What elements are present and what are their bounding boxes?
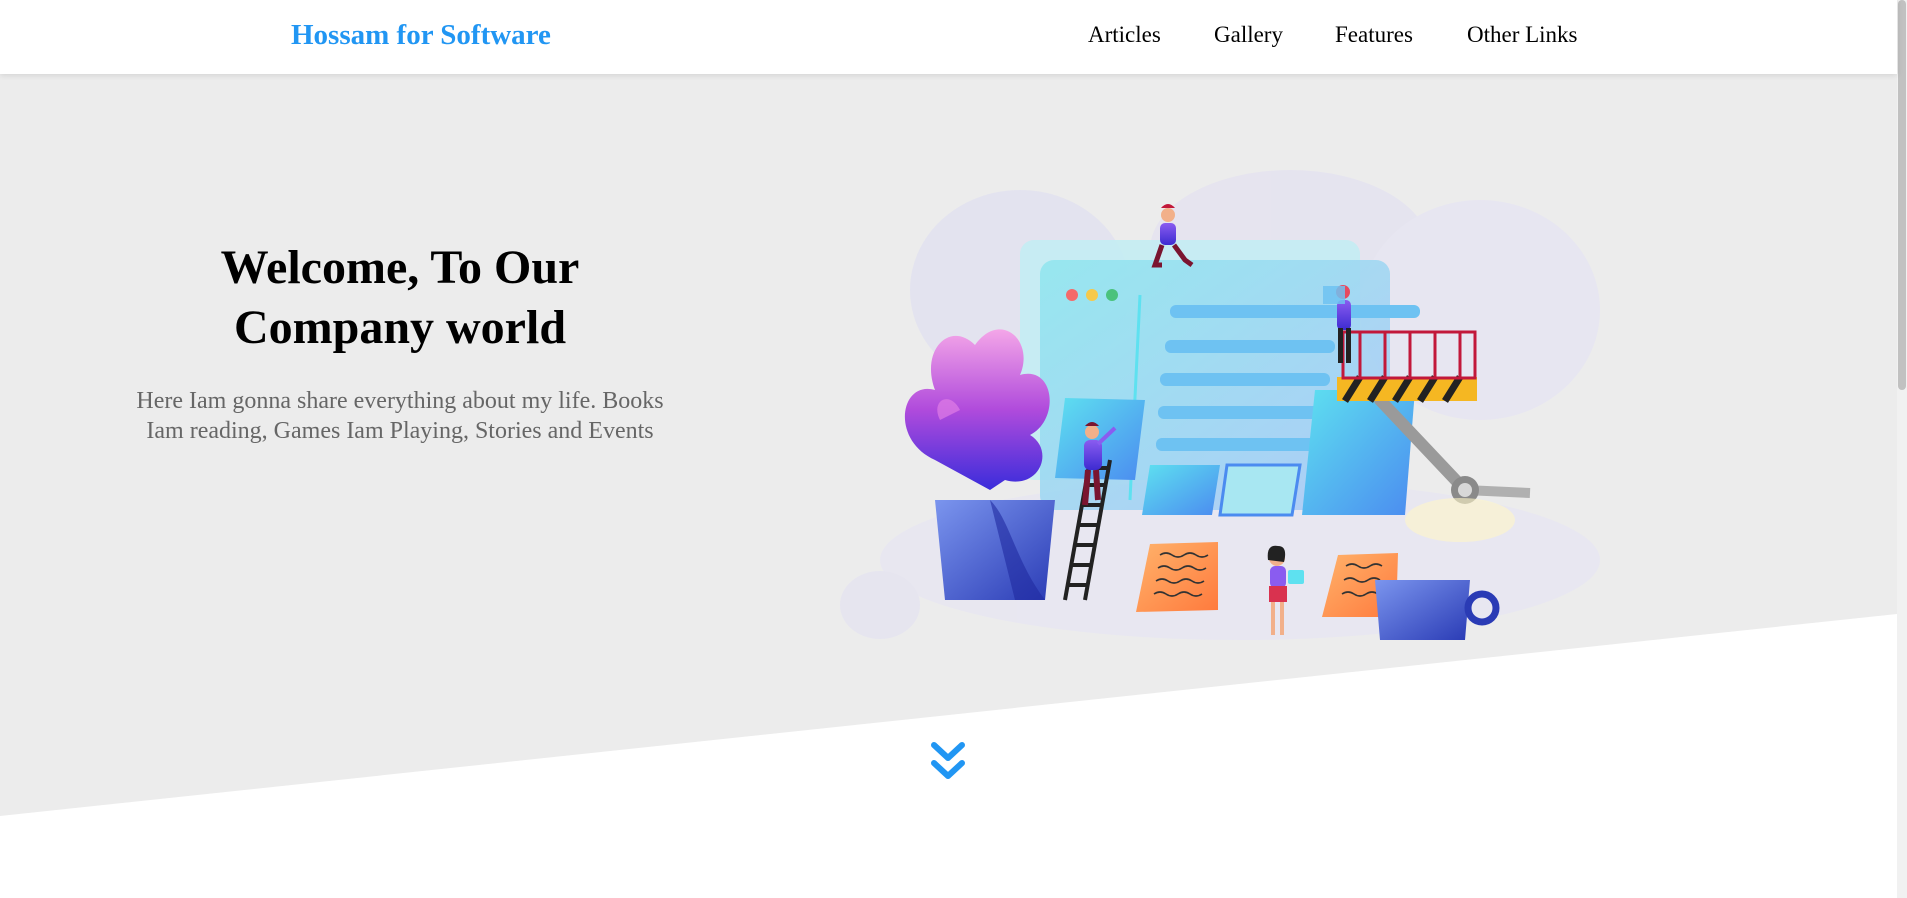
page: Hossam for Software Articles Gallery Fea… [0,0,1907,898]
hero-illustration [840,170,1600,640]
hero-description: Here Iam gonna share everything about my… [136,388,664,444]
hero-title-line-1: Welcome, To Our [220,241,580,294]
hero-title-line-2: Company world [233,301,567,354]
double-chevron-down-icon[interactable] [930,741,966,785]
hero-title: Welcome, To Our Company world [100,238,700,358]
nav-link-gallery[interactable]: Gallery [1214,22,1283,48]
nav-link-articles[interactable]: Articles [1088,22,1161,48]
nav-link-other-links[interactable]: Other Links [1467,22,1578,48]
site-logo[interactable]: Hossam for Software [291,19,551,52]
hero-text: Welcome, To Our Company world Here Iam g… [100,238,700,446]
page-scrollbar[interactable] [1897,0,1907,898]
nav-link-features[interactable]: Features [1335,22,1413,48]
site-header: Hossam for Software Articles Gallery Fea… [0,0,1897,74]
scrollbar-thumb[interactable] [1898,0,1906,390]
